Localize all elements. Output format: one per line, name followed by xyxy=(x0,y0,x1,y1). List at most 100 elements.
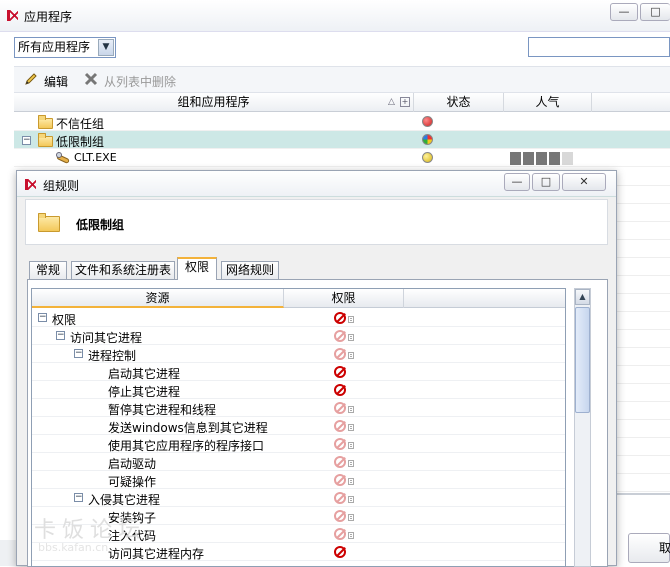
search-input[interactable] xyxy=(528,37,670,57)
collapse-icon[interactable]: − xyxy=(22,136,31,145)
row-label: 低限制组 xyxy=(56,135,105,149)
permission-row[interactable]: 暂停其它进程和线程 xyxy=(32,399,565,417)
column-resource[interactable]: 资源 xyxy=(32,289,284,308)
permission-row[interactable]: 访问其它进程内存 xyxy=(32,543,565,561)
permission-row[interactable]: 使用其它应用程序的程序接口 xyxy=(32,435,565,453)
delete-from-list-button[interactable]: 从列表中删除 xyxy=(104,73,176,90)
log-icon xyxy=(348,424,354,431)
log-icon xyxy=(348,478,354,485)
deny-icon[interactable] xyxy=(334,384,346,396)
deny-icon[interactable] xyxy=(334,474,346,486)
popularity-person-icon xyxy=(523,152,534,165)
log-icon xyxy=(348,316,354,323)
folder-icon xyxy=(38,115,53,129)
app-row-clt-exe[interactable]: CLT.EXE xyxy=(14,149,670,167)
apps-table-header: 组和应用程序 △ + 状态 人气 xyxy=(14,93,670,112)
tab-files-registry[interactable]: 文件和系统注册表 xyxy=(71,261,175,279)
tab-network-rules[interactable]: 网络规则 xyxy=(221,261,279,279)
popularity-person-icon xyxy=(510,152,521,165)
deny-icon[interactable] xyxy=(334,402,346,414)
permission-row[interactable]: 可疑操作 xyxy=(32,471,565,489)
permissions-tree-header: 资源 权限 xyxy=(32,289,565,308)
watermark-url: bbs.kafan.cn xyxy=(38,541,109,554)
kaspersky-logo-icon xyxy=(6,9,19,22)
deny-icon[interactable] xyxy=(334,438,346,450)
kaspersky-logo-icon xyxy=(24,178,37,191)
main-titlebar: 应用程序 — □ xyxy=(0,0,670,32)
folder-large-icon xyxy=(38,213,60,232)
column-group-apps[interactable]: 组和应用程序 △ + xyxy=(14,93,414,112)
permission-label: 发送windows信息到其它进程 xyxy=(108,421,268,435)
log-icon xyxy=(348,514,354,521)
log-icon xyxy=(348,496,354,503)
permission-row[interactable]: − 入侵其它进程 xyxy=(32,489,565,507)
watermark: 卡饭论坛 xyxy=(34,518,147,543)
edit-button[interactable]: 编辑 xyxy=(44,73,68,90)
popularity-person-icon xyxy=(549,152,560,165)
deny-icon[interactable] xyxy=(334,528,346,540)
deny-icon[interactable] xyxy=(334,366,346,378)
dialog-titlebar: 组规则 — □ ✕ xyxy=(17,171,616,197)
chevron-down-icon[interactable]: ▼ xyxy=(98,39,114,56)
deny-icon[interactable] xyxy=(334,456,346,468)
permission-row[interactable]: 启动其它进程 xyxy=(32,363,565,381)
toolbar: 编辑 从列表中删除 xyxy=(14,66,670,93)
dialog-maximize-button[interactable]: □ xyxy=(532,173,560,191)
scroll-up-icon[interactable]: ▲ xyxy=(575,289,590,305)
deny-icon[interactable] xyxy=(334,330,346,342)
pencil-icon xyxy=(24,72,38,86)
tab-permissions[interactable]: 权限 xyxy=(177,257,217,280)
dialog-close-button[interactable]: ✕ xyxy=(562,173,606,191)
deny-icon[interactable] xyxy=(334,492,346,504)
permission-label: 进程控制 xyxy=(88,349,137,363)
permission-label: 访问其它进程 xyxy=(70,331,143,345)
minimize-button[interactable]: — xyxy=(610,3,638,21)
column-popularity[interactable]: 人气 xyxy=(504,93,592,112)
log-icon xyxy=(348,352,354,359)
deny-icon[interactable] xyxy=(334,510,346,522)
permission-row[interactable]: − 访问其它进程 xyxy=(32,327,565,345)
main-title: 应用程序 xyxy=(24,10,73,24)
deny-icon[interactable] xyxy=(334,420,346,432)
maximize-button[interactable]: □ xyxy=(640,3,670,21)
tab-general[interactable]: 常规 xyxy=(29,261,67,279)
permission-row[interactable]: 发送windows信息到其它进程 xyxy=(32,417,565,435)
group-rules-dialog: 组规则 — □ ✕ 低限制组 常规 文件和系统注册表 权限 网络规则 资源 权限… xyxy=(16,170,617,567)
collapse-icon[interactable]: − xyxy=(38,313,47,322)
row-label: 不信任组 xyxy=(56,117,105,131)
log-icon xyxy=(348,460,354,467)
permission-row[interactable]: 启动驱动 xyxy=(32,453,565,471)
app-row-untrusted[interactable]: 不信任组 xyxy=(14,113,670,131)
permission-row[interactable]: − 权限 xyxy=(32,309,565,327)
delete-icon xyxy=(84,72,98,86)
permission-label: 暂停其它进程和线程 xyxy=(108,403,217,417)
log-icon xyxy=(348,532,354,539)
dialog-minimize-button[interactable]: — xyxy=(504,173,530,191)
collapse-icon[interactable]: − xyxy=(56,331,65,340)
column-status[interactable]: 状态 xyxy=(414,93,504,112)
folder-icon xyxy=(38,133,53,147)
left-edge xyxy=(0,540,16,566)
popularity-person-empty-icon xyxy=(562,152,573,165)
app-row-low-restricted[interactable]: − 低限制组 xyxy=(14,131,670,149)
permission-label: 启动驱动 xyxy=(108,457,157,471)
collapse-icon[interactable]: − xyxy=(74,349,83,358)
permission-row[interactable]: − 进程控制 xyxy=(32,345,565,363)
dialog-header: 低限制组 xyxy=(25,199,608,245)
scroll-thumb[interactable] xyxy=(575,307,590,413)
row-label: CLT.EXE xyxy=(74,151,117,164)
column-permission[interactable]: 权限 xyxy=(284,289,404,308)
deny-icon[interactable] xyxy=(334,348,346,360)
permission-row[interactable]: 停止其它进程 xyxy=(32,381,565,399)
expand-columns-icon[interactable]: + xyxy=(400,97,410,107)
deny-icon[interactable] xyxy=(334,312,346,324)
group-name: 低限制组 xyxy=(76,218,125,232)
list-background xyxy=(617,168,670,493)
main-action-button[interactable]: 取 xyxy=(628,533,670,563)
deny-icon[interactable] xyxy=(334,546,346,558)
status-multicolor-icon xyxy=(422,134,433,145)
permissions-scrollbar[interactable]: ▲ xyxy=(574,288,591,567)
app-filter-select[interactable]: 所有应用程序 ▼ xyxy=(14,37,116,58)
status-red-icon xyxy=(422,116,433,127)
collapse-icon[interactable]: − xyxy=(74,493,83,502)
